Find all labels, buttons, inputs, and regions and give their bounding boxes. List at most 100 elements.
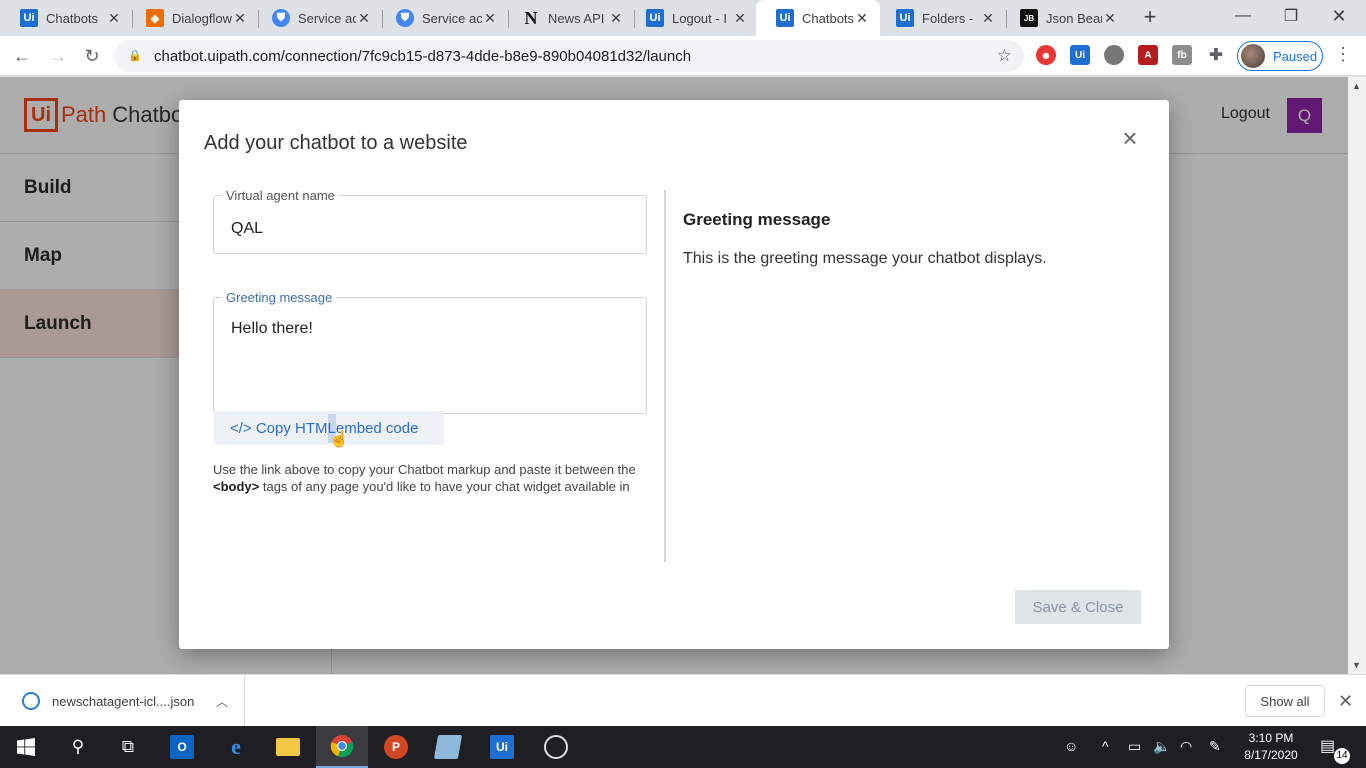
close-icon[interactable]: ✕ xyxy=(854,10,870,26)
chrome-icon[interactable] xyxy=(316,726,368,768)
close-icon[interactable]: × xyxy=(1119,125,1141,151)
wifi-icon[interactable]: ◠ xyxy=(1180,738,1192,755)
tab-dialogflow[interactable]: ◆ Dialogflow ✕ xyxy=(126,0,258,36)
tab-news-api[interactable]: N News API ✕ xyxy=(502,0,634,36)
bookmark-star-icon[interactable]: ☆ xyxy=(997,46,1012,66)
address-bar[interactable]: 🔒 chatbot.uipath.com/connection/7fc9cb15… xyxy=(114,40,1024,72)
tab-json-beautifier[interactable]: JB Json Beau ✕ xyxy=(1000,0,1128,36)
ie-icon[interactable]: e xyxy=(210,726,262,768)
close-icon[interactable]: ✕ xyxy=(482,10,498,26)
obs-icon[interactable] xyxy=(530,726,582,768)
jsonbeautifier-icon: JB xyxy=(1020,9,1038,27)
browser-menu-icon[interactable]: ⋮ xyxy=(1334,44,1352,65)
tab-chatbots-1[interactable]: Ui Chatbots ✕ xyxy=(0,0,132,36)
uipath-extension-icon[interactable]: Ui xyxy=(1070,45,1090,65)
tab-service-account-1[interactable]: ⛊ Service ac ✕ xyxy=(252,0,382,36)
tab-title: Service ac xyxy=(298,10,356,26)
people-icon[interactable]: ☺ xyxy=(1064,738,1078,754)
save-and-close-button[interactable]: Save & Close xyxy=(1015,590,1141,624)
minimize-icon[interactable]: — xyxy=(1220,0,1266,32)
chevron-up-icon[interactable]: ^ xyxy=(1102,738,1109,754)
tab-title: Json Beau xyxy=(1046,10,1102,26)
back-arrow-icon[interactable]: ← xyxy=(10,44,34,68)
extension-red-icon[interactable]: ◉ xyxy=(1036,45,1056,65)
tab-chatbots-active[interactable]: Ui Chatbots ✕ xyxy=(756,0,880,36)
greeting-message-label: Greeting message xyxy=(222,290,337,305)
close-icon[interactable]: ✕ xyxy=(1102,10,1118,26)
outlook-icon[interactable]: O xyxy=(156,726,208,768)
newsapi-icon: N xyxy=(524,7,538,28)
restore-icon[interactable]: ❐ xyxy=(1268,0,1314,32)
url-text[interactable]: chatbot.uipath.com/connection/7fc9cb15-d… xyxy=(154,48,691,65)
close-icon[interactable]: ✕ xyxy=(1338,691,1353,712)
download-filename[interactable]: newschatagent-icl....json xyxy=(52,694,216,709)
uipath-studio-icon[interactable]: Ui xyxy=(476,726,528,768)
pen-icon[interactable]: ✎ xyxy=(1209,738,1221,755)
new-tab-plus-icon[interactable]: + xyxy=(1140,6,1160,28)
download-item[interactable]: newschatagent-icl....json ︿ xyxy=(0,675,245,727)
acrobat-extension-icon[interactable]: A xyxy=(1138,45,1158,65)
close-icon[interactable]: ✕ xyxy=(732,10,748,26)
close-icon[interactable]: ✕ xyxy=(232,10,248,26)
tab-title: Chatbots xyxy=(46,10,99,26)
window-close-icon[interactable]: ✕ xyxy=(1316,0,1362,32)
uipath-icon: Ui xyxy=(646,9,664,27)
notification-center-icon[interactable]: ▤ 14 xyxy=(1320,736,1350,764)
forward-arrow-icon[interactable]: → xyxy=(46,44,70,68)
system-clock[interactable]: 3:10 PM 8/17/2020 xyxy=(1236,730,1306,764)
info-panel-title: Greeting message xyxy=(683,210,831,229)
notepad-icon[interactable] xyxy=(422,726,474,768)
windows-start-icon[interactable] xyxy=(0,726,52,768)
browser-tab-strip: Ui Chatbots ✕ ◆ Dialogflow ✕ ⛊ Service a… xyxy=(0,0,1366,36)
search-icon[interactable]: ⚲ xyxy=(52,726,104,768)
tab-folders[interactable]: Ui Folders - ✕ xyxy=(876,0,1006,36)
powerpoint-icon[interactable]: P xyxy=(370,726,422,768)
battery-icon[interactable]: ▭ xyxy=(1128,738,1141,755)
extensions-puzzle-icon[interactable]: ✚ xyxy=(1206,45,1226,65)
profile-status: Paused xyxy=(1273,48,1318,64)
tab-title: Logout - I xyxy=(672,10,727,26)
profile-button[interactable]: Paused xyxy=(1237,41,1323,71)
file-explorer-icon[interactable] xyxy=(262,726,314,768)
notification-count: 14 xyxy=(1334,748,1350,764)
extension-box-icon[interactable]: fb xyxy=(1172,45,1192,65)
close-icon[interactable]: ✕ xyxy=(356,10,372,26)
help-text-end: tags of any page you'd like to have your… xyxy=(259,479,630,494)
tab-service-account-2[interactable]: ⛊ Service ac ✕ xyxy=(376,0,508,36)
avatar xyxy=(1241,44,1265,68)
ie-file-icon xyxy=(22,692,40,710)
show-all-button[interactable]: Show all xyxy=(1245,685,1325,717)
greeting-message-field[interactable]: Greeting message Hello there! xyxy=(213,290,647,414)
gcp-shield-icon: ⛊ xyxy=(272,9,290,27)
agent-name-field[interactable]: Virtual agent name QAL xyxy=(213,188,647,254)
close-icon[interactable]: ✕ xyxy=(608,10,624,26)
clock-date: 8/17/2020 xyxy=(1244,748,1298,762)
tab-title: Folders - xyxy=(922,10,974,26)
reload-icon[interactable]: ↻ xyxy=(80,44,104,68)
scroll-down-icon[interactable]: ▼ xyxy=(1352,660,1361,670)
close-icon[interactable]: ✕ xyxy=(106,10,122,26)
tab-title: Service ac xyxy=(422,10,482,26)
chevron-up-icon[interactable]: ︿ xyxy=(216,693,228,710)
close-icon[interactable]: ✕ xyxy=(980,10,996,26)
agent-name-value[interactable]: QAL xyxy=(231,220,263,238)
gcp-shield-icon: ⛊ xyxy=(396,9,414,27)
help-text-start: Use the link above to copy your Chatbot … xyxy=(213,462,636,477)
agent-name-label: Virtual agent name xyxy=(222,188,339,203)
info-panel-description: This is the greeting message your chatbo… xyxy=(683,250,1047,267)
extension-gray-circle-icon[interactable] xyxy=(1104,45,1124,65)
vertical-divider xyxy=(664,190,666,562)
greeting-message-value[interactable]: Hello there! xyxy=(231,320,313,338)
dialog-title: Add your chatbot to a website xyxy=(204,132,468,154)
scroll-up-icon[interactable]: ▲ xyxy=(1352,81,1361,91)
clock-time: 3:10 PM xyxy=(1248,731,1294,745)
tab-title: News API xyxy=(548,10,605,26)
tab-logout[interactable]: Ui Logout - I ✕ xyxy=(626,0,758,36)
volume-icon[interactable]: 🔈 xyxy=(1153,738,1170,755)
hand-cursor-icon: ☝ xyxy=(329,431,349,448)
page-scrollbar[interactable]: ▲ ▼ xyxy=(1348,77,1366,674)
embed-help-text: Use the link above to copy your Chatbot … xyxy=(213,461,643,495)
tab-title: Chatbots xyxy=(802,10,854,26)
uipath-icon: Ui xyxy=(20,9,38,27)
task-view-icon[interactable]: ⧉ xyxy=(102,726,154,768)
